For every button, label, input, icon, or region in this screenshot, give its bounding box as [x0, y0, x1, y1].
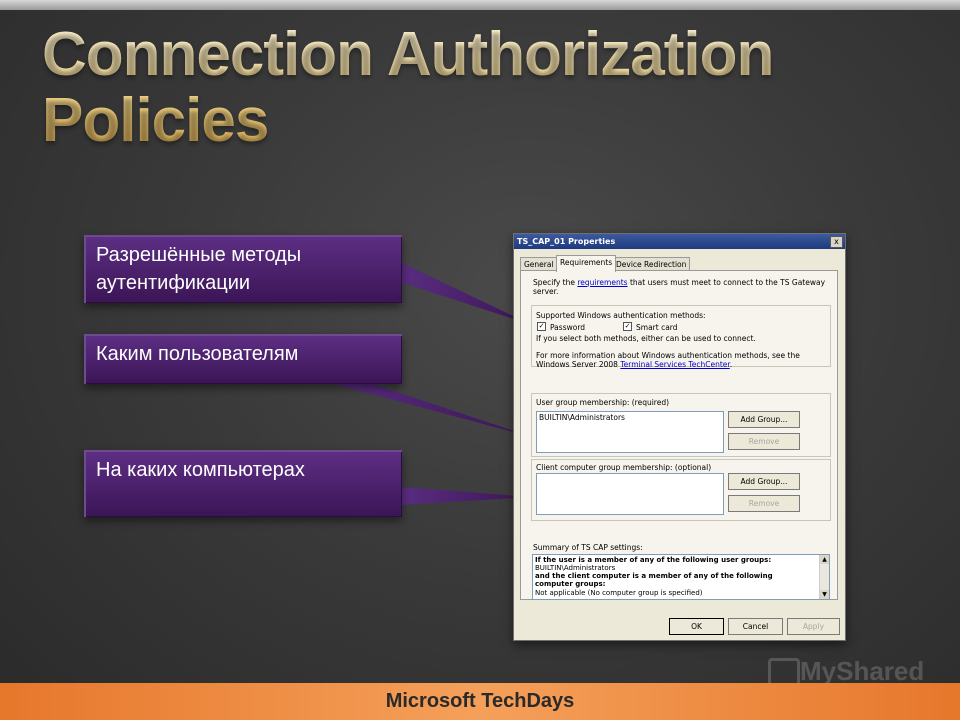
intro-suffix: that users must meet to connect to the T…	[629, 278, 826, 287]
dialog-title: TS_CAP_01 Properties	[517, 237, 616, 246]
summary-box[interactable]: If the user is a member of any of the fo…	[532, 554, 830, 600]
dialog-title-bar: TS_CAP_01 Properties	[514, 234, 845, 249]
remove-user-group-button[interactable]: Remove	[728, 433, 800, 450]
summary-line: and the client computer is a member of a…	[535, 572, 773, 580]
client-group-label: Client computer group membership: (optio…	[536, 463, 712, 472]
scroll-down-icon[interactable]: ▼	[820, 590, 829, 599]
summary-label: Summary of TS CAP settings:	[533, 543, 643, 552]
auth-methods-label: Supported Windows authentication methods…	[536, 311, 706, 320]
footer-text: Microsoft TechDays	[385, 690, 575, 712]
tab-general[interactable]: General	[520, 257, 558, 271]
summary-line: computer groups:	[535, 580, 606, 588]
callout-users: Каким пользователям	[84, 334, 402, 384]
list-item[interactable]: BUILTIN\Administrators	[539, 413, 625, 422]
close-icon: x	[834, 237, 839, 246]
add-user-group-button[interactable]: Add Group...	[728, 411, 800, 428]
client-group-list[interactable]	[536, 473, 724, 515]
close-button[interactable]: x	[830, 236, 843, 248]
user-group-label: User group membership: (required)	[536, 398, 670, 407]
watermark-text: MyShared	[800, 656, 925, 686]
add-client-group-button[interactable]: Add Group...	[728, 473, 800, 490]
more-info-suffix: .	[729, 360, 733, 369]
check-icon: ✓	[624, 322, 631, 330]
requirements-panel: Specify the requirements that users must…	[520, 270, 838, 600]
summary-line: BUILTIN\Administrators	[535, 564, 616, 572]
check-icon: ✓	[538, 322, 545, 330]
both-methods-note: If you select both methods, either can b…	[536, 334, 756, 343]
user-group-list[interactable]: BUILTIN\Administrators	[536, 411, 724, 453]
intro-text: Specify the requirements that users must…	[533, 278, 825, 287]
scroll-up-icon[interactable]: ▲	[820, 555, 829, 564]
callout-computers: На каких компьютерах	[84, 450, 402, 517]
intro-line-2: server.	[533, 287, 559, 296]
ok-button[interactable]: OK	[669, 618, 724, 635]
summary-line: Not applicable (No computer group is spe…	[535, 589, 703, 597]
tab-requirements[interactable]: Requirements	[556, 255, 617, 272]
tab-device-redirection[interactable]: Device Redirection	[612, 257, 691, 271]
footer-bar: Microsoft TechDays	[0, 683, 960, 720]
callout-auth-methods: Разрешённые методы аутентификации	[84, 235, 402, 303]
password-label: Password	[550, 323, 586, 332]
requirements-link[interactable]: requirements	[577, 278, 627, 287]
cancel-button[interactable]: Cancel	[728, 618, 783, 635]
more-info-prefix: Windows Server 2008	[536, 360, 618, 369]
intro-prefix: Specify the	[533, 278, 575, 287]
password-checkbox[interactable]: ✓	[537, 322, 546, 331]
pointer-users	[330, 383, 532, 437]
apply-button[interactable]: Apply	[787, 618, 840, 635]
ts-cap-properties-dialog: TS_CAP_01 Properties x General Requireme…	[513, 233, 846, 641]
techcenter-link[interactable]: Terminal Services TechCenter	[620, 360, 729, 369]
remove-client-group-button[interactable]: Remove	[728, 495, 800, 512]
more-info-line-2: Windows Server 2008 Terminal Services Te…	[536, 360, 732, 369]
summary-scrollbar[interactable]: ▲ ▼	[819, 555, 829, 599]
smartcard-label: Smart card	[636, 323, 678, 332]
smartcard-checkbox[interactable]: ✓	[623, 322, 632, 331]
more-info-line-1: For more information about Windows authe…	[536, 351, 800, 360]
summary-line: If the user is a member of any of the fo…	[535, 556, 772, 564]
